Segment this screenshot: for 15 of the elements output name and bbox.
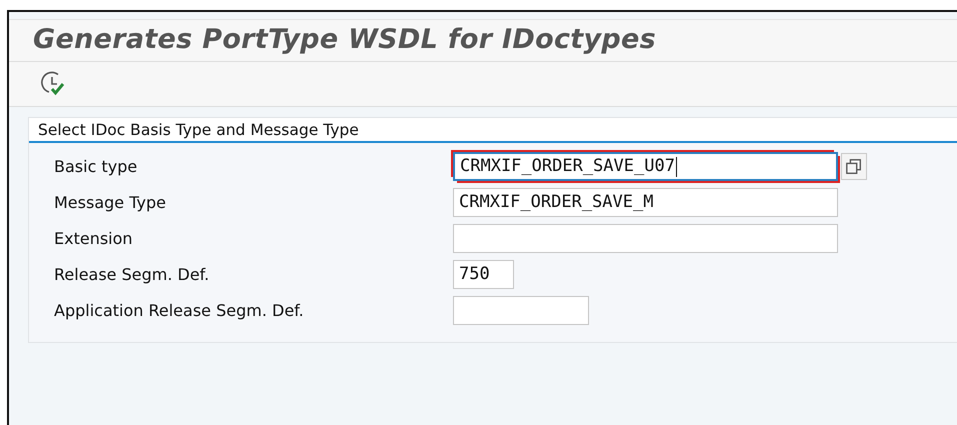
copy-icon <box>845 158 863 176</box>
value-help-button[interactable] <box>841 153 867 180</box>
input-field[interactable]: 750 <box>453 260 514 289</box>
clock-check-icon <box>40 70 66 96</box>
input-field[interactable]: CRMXIF_ORDER_SAVE_M <box>453 188 838 217</box>
field-label: Release Segm. Def. <box>54 264 210 286</box>
field-label: Application Release Segm. Def. <box>54 300 305 322</box>
window-title: Generates PortType WSDL for IDoctypes <box>33 24 657 55</box>
input-field[interactable] <box>453 296 589 325</box>
field-label: Extension <box>54 228 134 250</box>
input-field[interactable] <box>453 224 838 253</box>
input-field[interactable]: CRMXIF_ORDER_SAVE_U07 <box>453 152 838 181</box>
section-title: Select IDoc Basis Type and Message Type <box>29 118 957 143</box>
field-label: Message Type <box>54 192 167 214</box>
field-label: Basic type <box>54 156 138 178</box>
